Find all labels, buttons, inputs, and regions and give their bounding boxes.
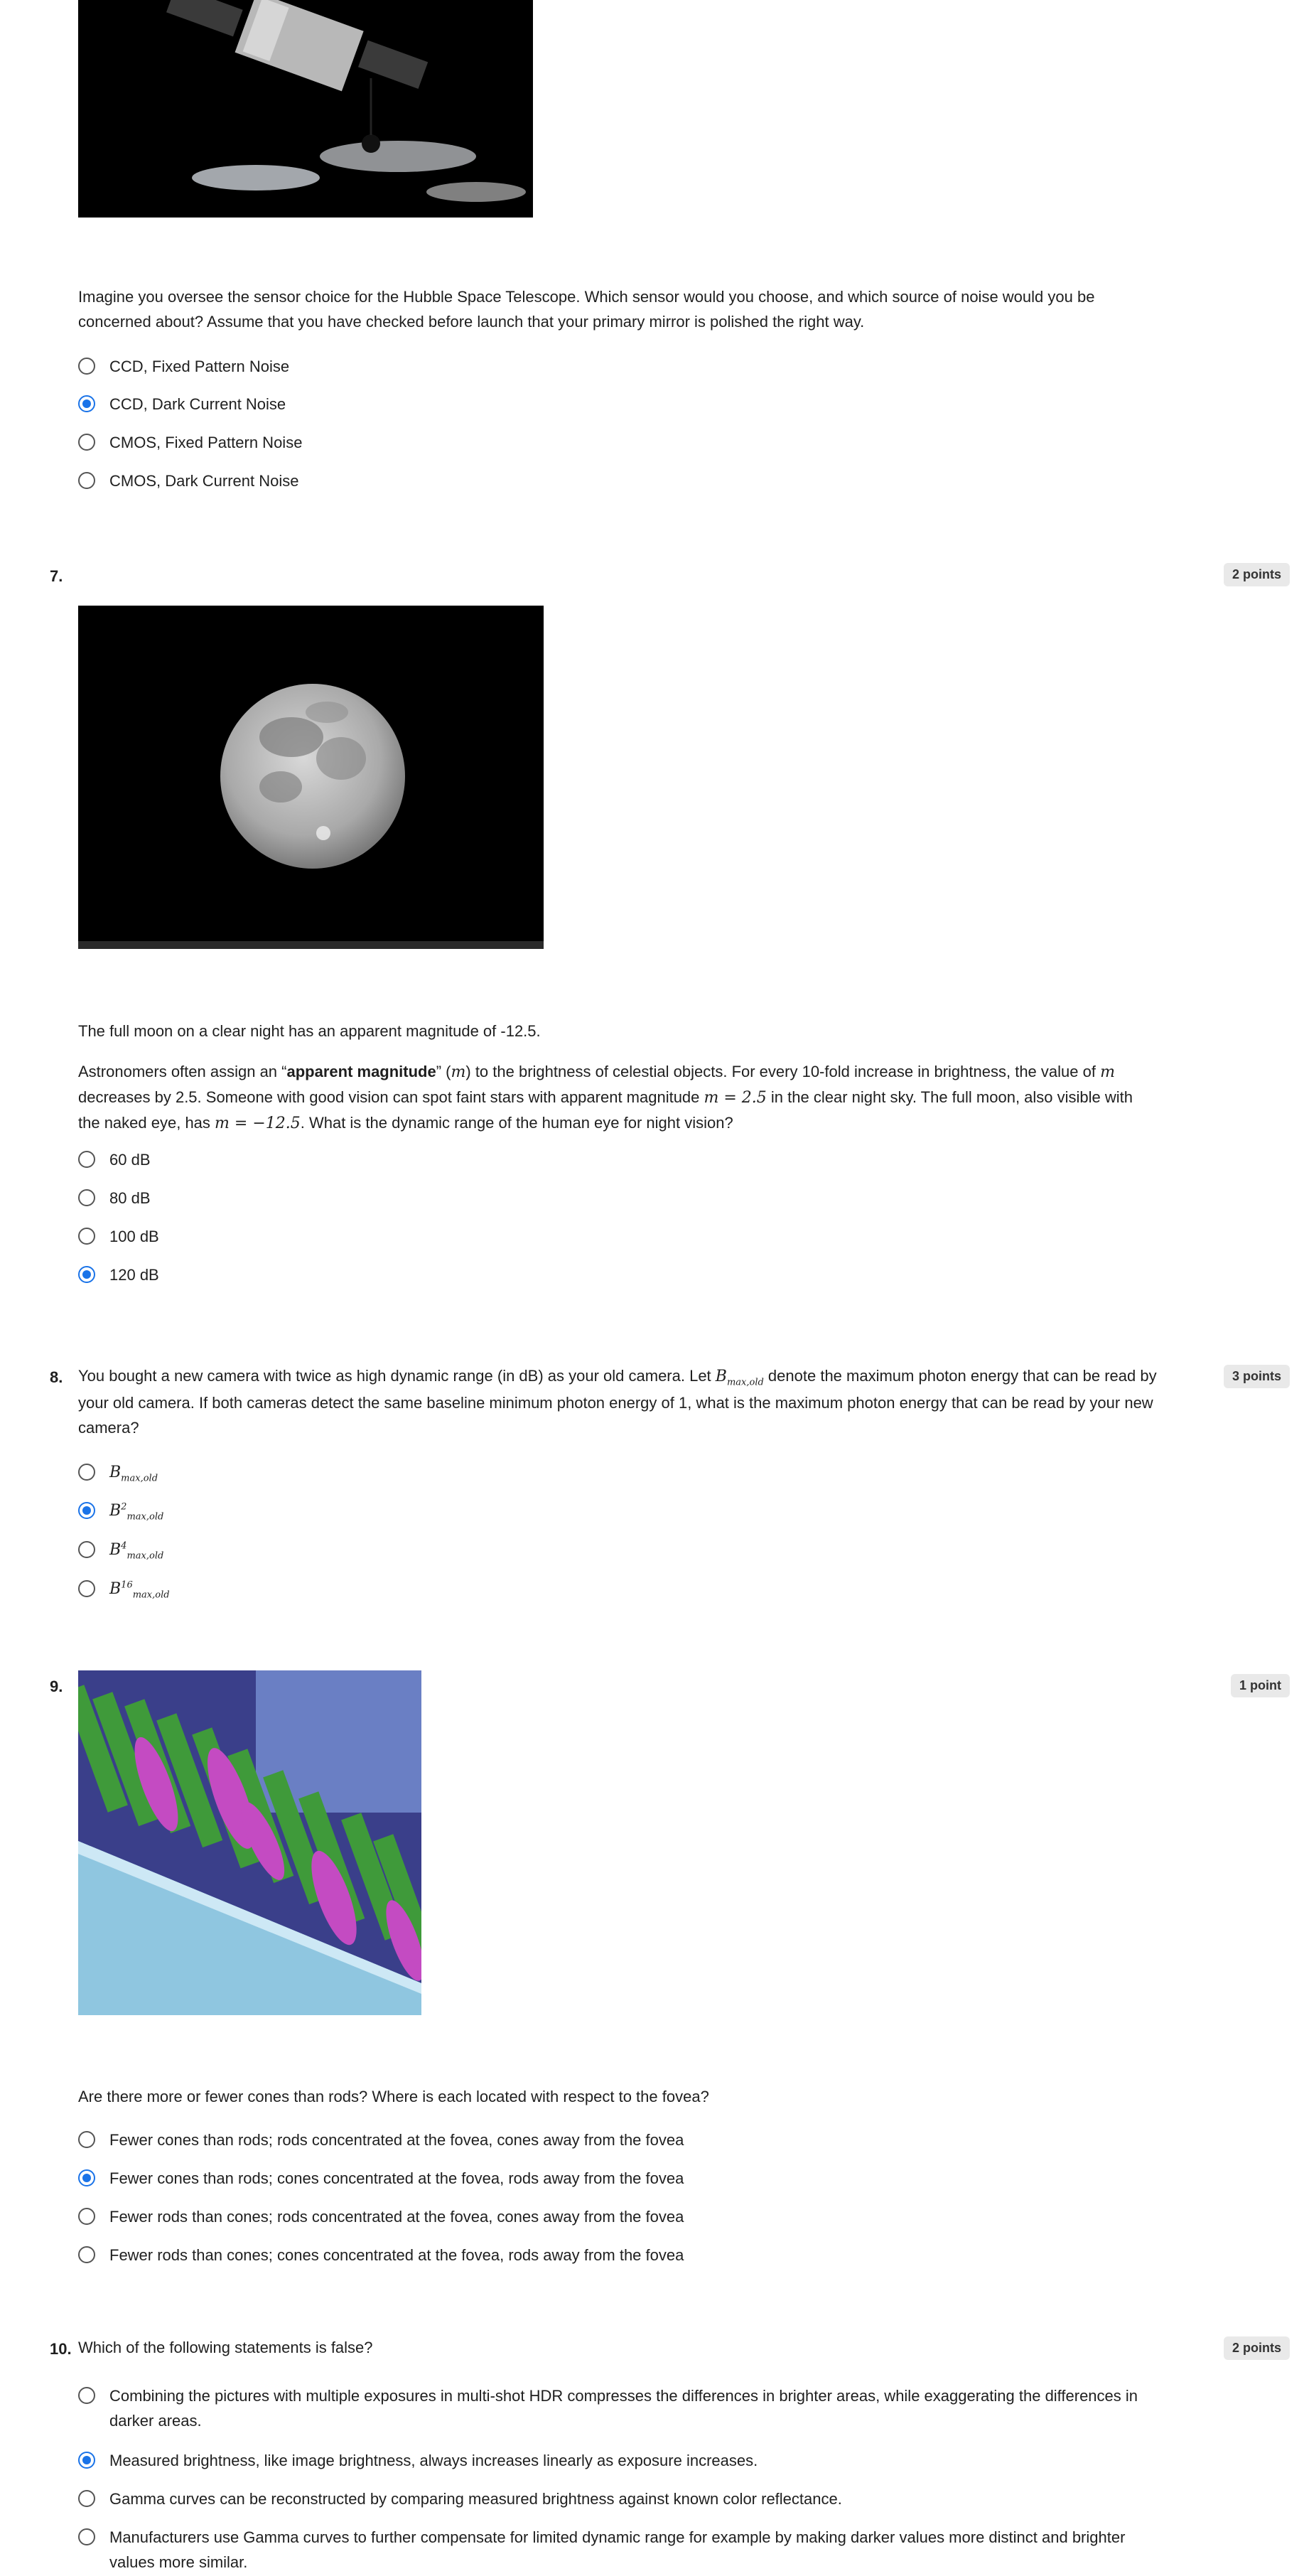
radio-button[interactable] <box>78 2490 95 2507</box>
q10-option-2[interactable]: Measured brightness, like image brightne… <box>78 2448 1165 2473</box>
moon-image <box>78 606 544 949</box>
q8-option-3[interactable]: B4max,old <box>78 1537 1165 1564</box>
radio-button[interactable] <box>78 1541 95 1558</box>
radio-button[interactable] <box>78 358 95 375</box>
radio-button[interactable] <box>78 1464 95 1481</box>
question-7-number: 7. <box>50 567 63 585</box>
radio-button[interactable] <box>78 472 95 489</box>
radio-button[interactable] <box>78 2246 95 2263</box>
q6-option-2[interactable]: CCD, Dark Current Noise <box>78 392 1165 417</box>
q9-option-4[interactable]: Fewer rods than cones; cones concentrate… <box>78 2243 1165 2268</box>
q7-option-2[interactable]: 80 dB <box>78 1186 1165 1211</box>
q10-option-3[interactable]: Gamma curves can be reconstructed by com… <box>78 2486 1165 2511</box>
q9-option-2[interactable]: Fewer cones than rods; cones concentrate… <box>78 2166 1165 2191</box>
question-10-number: 10. <box>50 2340 72 2358</box>
radio-button[interactable] <box>78 1189 95 1206</box>
question-8-points: 3 points <box>1223 1365 1290 1388</box>
radio-button-selected[interactable] <box>78 2169 95 2186</box>
question-7-prompt: Astronomers often assign an “apparent ma… <box>78 1063 1133 1133</box>
question-9-points: 1 point <box>1231 1674 1290 1697</box>
radio-button[interactable] <box>78 2208 95 2225</box>
q9-option-1[interactable]: Fewer cones than rods; rods concentrated… <box>78 2127 1165 2152</box>
q9-option-3[interactable]: Fewer rods than cones; rods concentrated… <box>78 2204 1165 2229</box>
question-9-prompt: Are there more or fewer cones than rods?… <box>78 2088 709 2105</box>
radio-button-selected[interactable] <box>78 2452 95 2469</box>
radio-button[interactable] <box>78 434 95 451</box>
question-8-prompt: You bought a new camera with twice as hi… <box>78 1367 1157 1437</box>
q8-option-1[interactable]: Bmax,old <box>78 1460 1165 1486</box>
question-6-prompt: Imagine you oversee the sensor choice fo… <box>78 288 1095 331</box>
q8-option-2[interactable]: B2max,old <box>78 1498 1165 1525</box>
quiz-page: Imagine you oversee the sensor choice fo… <box>0 0 1304 2576</box>
q7-option-1[interactable]: 60 dB <box>78 1147 1165 1172</box>
question-8-number: 8. <box>50 1368 63 1386</box>
radio-button[interactable] <box>78 2131 95 2148</box>
retina-cells-image <box>78 1670 421 2015</box>
question-7-intro: The full moon on a clear night has an ap… <box>78 1022 541 1040</box>
question-7-points: 2 points <box>1223 563 1290 586</box>
radio-button[interactable] <box>78 2387 95 2404</box>
radio-button[interactable] <box>78 2528 95 2545</box>
q10-option-4[interactable]: Manufacturers use Gamma curves to furthe… <box>78 2525 1165 2575</box>
radio-button[interactable] <box>78 1151 95 1168</box>
q8-option-4[interactable]: B16max,old <box>78 1577 1165 1603</box>
radio-button-selected[interactable] <box>78 1266 95 1283</box>
radio-button-selected[interactable] <box>78 395 95 412</box>
radio-button[interactable] <box>78 1228 95 1245</box>
radio-button[interactable] <box>78 1580 95 1597</box>
question-9-number: 9. <box>50 1678 63 1695</box>
q10-option-1[interactable]: Combining the pictures with multiple exp… <box>78 2383 1165 2433</box>
q7-option-4[interactable]: 120 dB <box>78 1262 1165 1287</box>
q6-option-4[interactable]: CMOS, Dark Current Noise <box>78 468 1165 493</box>
question-10-points: 2 points <box>1223 2336 1290 2360</box>
q6-option-3[interactable]: CMOS, Fixed Pattern Noise <box>78 430 1165 455</box>
hubble-image <box>78 0 533 218</box>
q6-option-1[interactable]: CCD, Fixed Pattern Noise <box>78 354 1165 379</box>
q7-option-3[interactable]: 100 dB <box>78 1224 1165 1249</box>
radio-button-selected[interactable] <box>78 1502 95 1519</box>
question-10-prompt: Which of the following statements is fal… <box>78 2339 373 2356</box>
